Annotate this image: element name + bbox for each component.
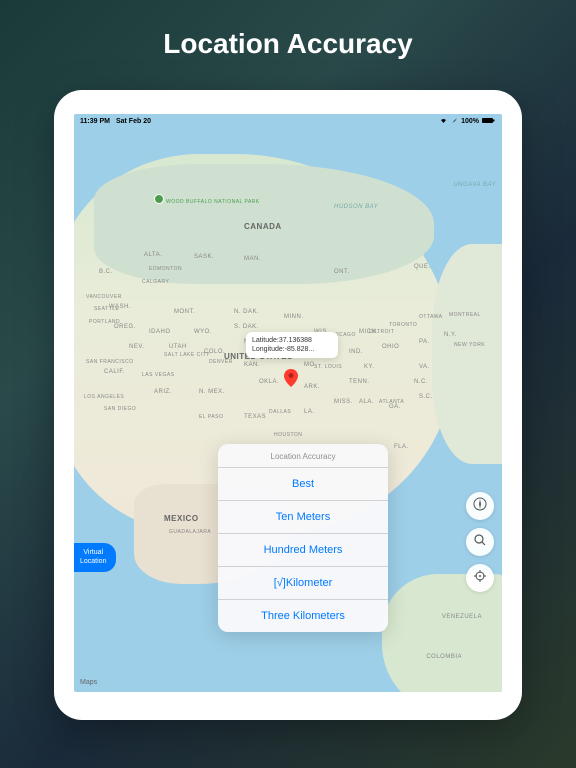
crosshair-icon: [473, 569, 487, 588]
callout-longitude: Longitude:-85.828...: [252, 345, 332, 354]
accuracy-option-ten-meters[interactable]: Ten Meters: [218, 501, 388, 534]
map-city-label: San Diego: [104, 406, 136, 412]
map-state-label: N. MEX.: [199, 389, 225, 395]
map-state-label: MISS.: [334, 399, 353, 405]
map-state-label: ALA.: [359, 399, 374, 405]
map-state-label: FLA.: [394, 444, 409, 450]
map-city-label: Vancouver: [86, 294, 122, 300]
map-city-label: Denver: [209, 359, 233, 365]
status-bar: 11:39 PM Sat Feb 20 100%: [74, 114, 502, 128]
map-state-label: N. DAK.: [234, 309, 259, 315]
map-state-label: S. DAK.: [234, 324, 259, 330]
virtual-location-button[interactable]: Virtual Location: [74, 543, 116, 572]
map-country-label: MEXICO: [164, 514, 199, 523]
map-city-label: Portland: [89, 319, 120, 325]
battery-percent: 100%: [461, 118, 479, 125]
status-time: 11:39 PM: [80, 118, 110, 125]
map-state-label: MONT.: [174, 309, 195, 315]
location-callout[interactable]: Latitude:37.136388 Longitude:-85.828...: [246, 332, 338, 358]
map-state-label: S.C.: [419, 394, 433, 400]
map-city-label: Dallas: [269, 409, 291, 415]
map-city-label: Atlanta: [379, 399, 404, 405]
location-arrow-icon: [451, 117, 458, 126]
map-park-label: Wood Buffalo National Park: [166, 199, 260, 205]
map-state-label: ARIZ.: [154, 389, 172, 395]
status-date: Sat Feb 20: [116, 118, 151, 125]
wifi-icon: [439, 117, 448, 126]
map-state-label: IND.: [349, 349, 363, 355]
maps-attribution-text: Maps: [80, 679, 97, 686]
accuracy-option-best[interactable]: Best: [218, 468, 388, 501]
map-city-label: St. Louis: [314, 364, 342, 370]
map-state-label: CALIF.: [104, 369, 125, 375]
tablet-frame: 11:39 PM Sat Feb 20 100%: [54, 90, 522, 720]
map-state-label: ONT.: [334, 269, 350, 275]
map-water-label: Ungava Bay: [453, 182, 496, 188]
map-land: [432, 244, 502, 464]
map-state-label: LA.: [304, 409, 315, 415]
map-city-label: New York: [454, 342, 485, 348]
map-state-label: NEV.: [129, 344, 144, 350]
map-city-label: Ottawa: [419, 314, 443, 320]
accuracy-option-hundred-meters[interactable]: Hundred Meters: [218, 534, 388, 567]
search-icon: [473, 533, 487, 552]
map-state-label: KY.: [364, 364, 374, 370]
map-state-label: B.C.: [99, 269, 113, 275]
map-water-label: Hudson Bay: [334, 204, 378, 210]
park-icon: [154, 194, 164, 204]
map-state-label: OKLA.: [259, 379, 279, 385]
map-state-label: KAN.: [244, 362, 260, 368]
map-city-label: Calgary: [142, 279, 169, 285]
locate-button[interactable]: [466, 564, 494, 592]
map-state-label: N.C.: [414, 379, 428, 385]
callout-latitude: Latitude:37.136388: [252, 336, 332, 345]
map-city-label: Salt Lake City: [164, 352, 210, 358]
map-state-label: ALTA.: [144, 252, 162, 258]
search-button[interactable]: [466, 528, 494, 556]
virtual-location-label: Virtual Location: [80, 549, 106, 566]
map-city-label: Houston: [274, 432, 302, 438]
map-city-label: Detroit: [369, 329, 394, 335]
map-city-label: Las Vegas: [142, 372, 175, 378]
compass-button[interactable]: [466, 492, 494, 520]
map-city-label: Edmonton: [149, 266, 182, 272]
maps-attribution: Maps: [80, 679, 97, 686]
page-title: Location Accuracy: [163, 28, 412, 60]
map-state-label: TEXAS: [244, 414, 266, 420]
map-state-label: TENN.: [349, 379, 370, 385]
map-screen[interactable]: 11:39 PM Sat Feb 20 100%: [74, 114, 502, 692]
map-city-label: Montreal: [449, 312, 481, 318]
map-side-buttons: [466, 492, 494, 592]
map-country-label: COLOMBIA: [426, 654, 462, 660]
map-state-label: QUE.: [414, 264, 431, 270]
map-state-label: SASK.: [194, 254, 214, 260]
battery-icon: [482, 117, 496, 126]
map-state-label: UTAH: [169, 344, 187, 350]
map-city-label: Guadalajara: [169, 529, 211, 535]
popover-header: Location Accuracy: [218, 444, 388, 468]
map-state-label: MAN.: [244, 256, 261, 262]
map-country-label: VENEZUELA: [442, 614, 482, 620]
map-state-label: VA.: [419, 364, 430, 370]
accuracy-option-kilometer[interactable]: [√]Kilometer: [218, 567, 388, 600]
map-state-label: MINN.: [284, 314, 304, 320]
map-state-label: IDAHO: [149, 329, 171, 335]
map-city-label: Toronto: [389, 322, 417, 328]
compass-icon: [473, 497, 487, 516]
accuracy-option-three-kilometers[interactable]: Three Kilometers: [218, 600, 388, 632]
map-state-label: PA.: [419, 339, 430, 345]
map-city-label: El Paso: [199, 414, 223, 420]
map-city-label: Los Angeles: [84, 394, 124, 400]
map-state-label: N.Y.: [444, 332, 457, 338]
map-country-label: CANADA: [244, 222, 282, 231]
map-city-label: San Francisco: [86, 359, 134, 365]
map-pin-icon[interactable]: [284, 369, 298, 383]
location-accuracy-popover: Location Accuracy Best Ten Meters Hundre…: [218, 444, 388, 632]
map-state-label: ARK.: [304, 384, 320, 390]
map-city-label: Seattle: [94, 306, 119, 312]
map-state-label: WYO.: [194, 329, 212, 335]
map-state-label: OHIO: [382, 344, 399, 350]
